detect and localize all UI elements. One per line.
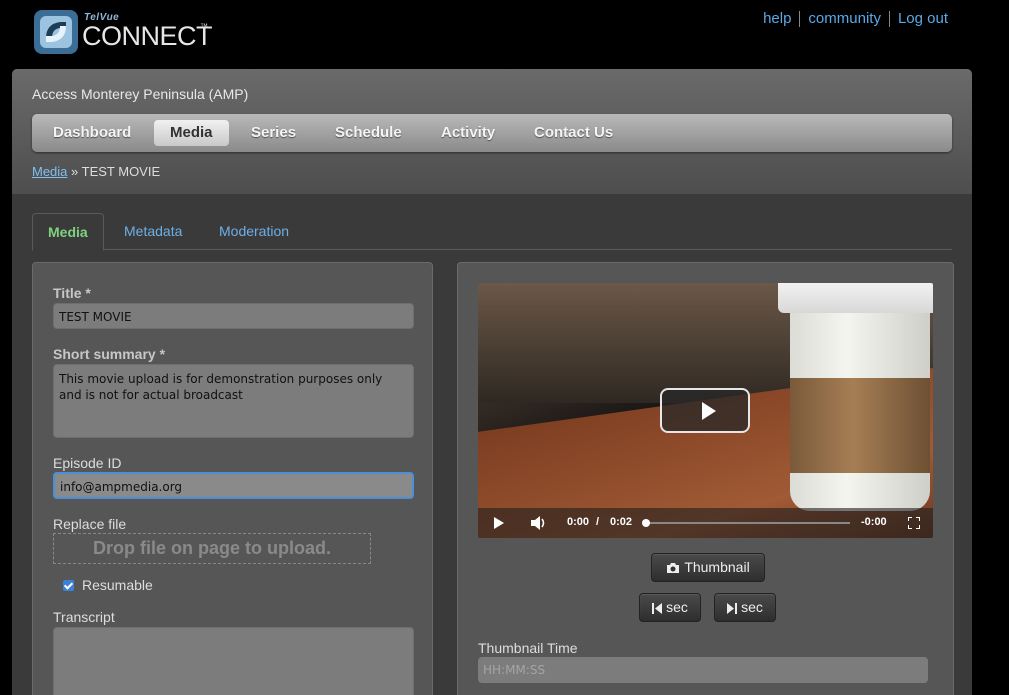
- replace-file-label: Replace file: [53, 516, 127, 532]
- nav-contact-us[interactable]: Contact Us: [534, 120, 613, 146]
- resumable-label: Resumable: [82, 577, 153, 593]
- episode-id-label: Episode ID: [53, 455, 122, 471]
- media-form-card: Title * TEST MOVIE Short summary * This …: [32, 262, 433, 695]
- tab-bar: Media Metadata Moderation: [32, 213, 952, 251]
- video-player[interactable]: 0:00 / 0:02 -0:00: [478, 283, 933, 538]
- duration: 0:02: [610, 516, 633, 528]
- thumbnail-time-label: Thumbnail Time: [478, 640, 578, 656]
- video-frame-lid: [778, 283, 933, 313]
- file-dropzone[interactable]: Drop file on page to upload.: [53, 533, 371, 564]
- resumable-checkbox[interactable]: [63, 579, 74, 591]
- nav-schedule[interactable]: Schedule: [335, 120, 402, 146]
- breadcrumb-current: TEST MOVIE: [81, 164, 161, 179]
- breadcrumb-separator: »: [67, 164, 82, 179]
- step-forward-label: sec: [741, 599, 763, 615]
- thumbnail-time-input[interactable]: HH:MM:SS: [478, 657, 928, 683]
- video-frame-sleeve: [790, 378, 930, 473]
- nav-series[interactable]: Series: [251, 120, 296, 146]
- top-links: help community Log out: [755, 11, 948, 27]
- time-separator: /: [596, 516, 600, 528]
- volume-icon[interactable]: [530, 515, 548, 531]
- tab-media[interactable]: Media: [32, 213, 104, 251]
- nav-activity[interactable]: Activity: [441, 120, 495, 146]
- step-forward-button[interactable]: sec: [714, 593, 776, 622]
- seek-handle[interactable]: [642, 519, 650, 527]
- resumable-option[interactable]: Resumable: [63, 577, 153, 593]
- video-controls: 0:00 / 0:02 -0:00: [478, 508, 933, 538]
- logo-connect-text: CONNECT: [82, 21, 213, 51]
- step-back-icon: [652, 603, 663, 614]
- logout-link[interactable]: Log out: [890, 11, 948, 27]
- video-card: 0:00 / 0:02 -0:00 Thumbnail sec sec Thum…: [457, 262, 954, 695]
- main-panel: Access Monterey Peninsula (AMP) Dashboar…: [12, 69, 972, 695]
- summary-textarea[interactable]: This movie upload is for demonstration p…: [53, 364, 414, 438]
- breadcrumb: Media » TEST MOVIE: [32, 164, 160, 179]
- fullscreen-icon[interactable]: [908, 517, 920, 529]
- episode-id-input[interactable]: info@ampmedia.org: [53, 472, 414, 499]
- step-back-label: sec: [666, 599, 688, 615]
- remaining-time: -0:00: [861, 516, 887, 528]
- step-forward-icon: [727, 603, 738, 614]
- telvue-connect-logo[interactable]: TelVue CONNECT ™: [32, 8, 213, 60]
- title-label: Title *: [53, 285, 91, 301]
- transcript-label: Transcript: [53, 609, 115, 625]
- help-link[interactable]: help: [755, 11, 799, 27]
- transcript-textarea[interactable]: [53, 627, 414, 695]
- tab-moderation[interactable]: Moderation: [204, 213, 304, 250]
- main-nav: Dashboard Media Series Schedule Activity…: [32, 114, 952, 152]
- tab-metadata[interactable]: Metadata: [109, 213, 197, 250]
- play-icon[interactable]: [494, 517, 504, 529]
- community-link[interactable]: community: [800, 11, 889, 27]
- station-name: Access Monterey Peninsula (AMP): [32, 86, 249, 102]
- step-back-button[interactable]: sec: [639, 593, 701, 622]
- title-input[interactable]: TEST MOVIE: [53, 303, 414, 329]
- thumbnail-button[interactable]: Thumbnail: [651, 553, 765, 582]
- summary-label: Short summary *: [53, 346, 166, 362]
- logo-mark-icon: [34, 10, 78, 54]
- logo-trademark: ™: [200, 22, 208, 31]
- nav-media[interactable]: Media: [154, 120, 229, 146]
- current-time: 0:00: [567, 516, 590, 528]
- nav-dashboard[interactable]: Dashboard: [53, 120, 131, 146]
- breadcrumb-media-link[interactable]: Media: [32, 164, 67, 179]
- camera-icon: [667, 563, 680, 573]
- big-play-button[interactable]: [660, 388, 750, 433]
- thumbnail-button-label: Thumbnail: [684, 559, 750, 575]
- seek-bar[interactable]: [646, 522, 850, 524]
